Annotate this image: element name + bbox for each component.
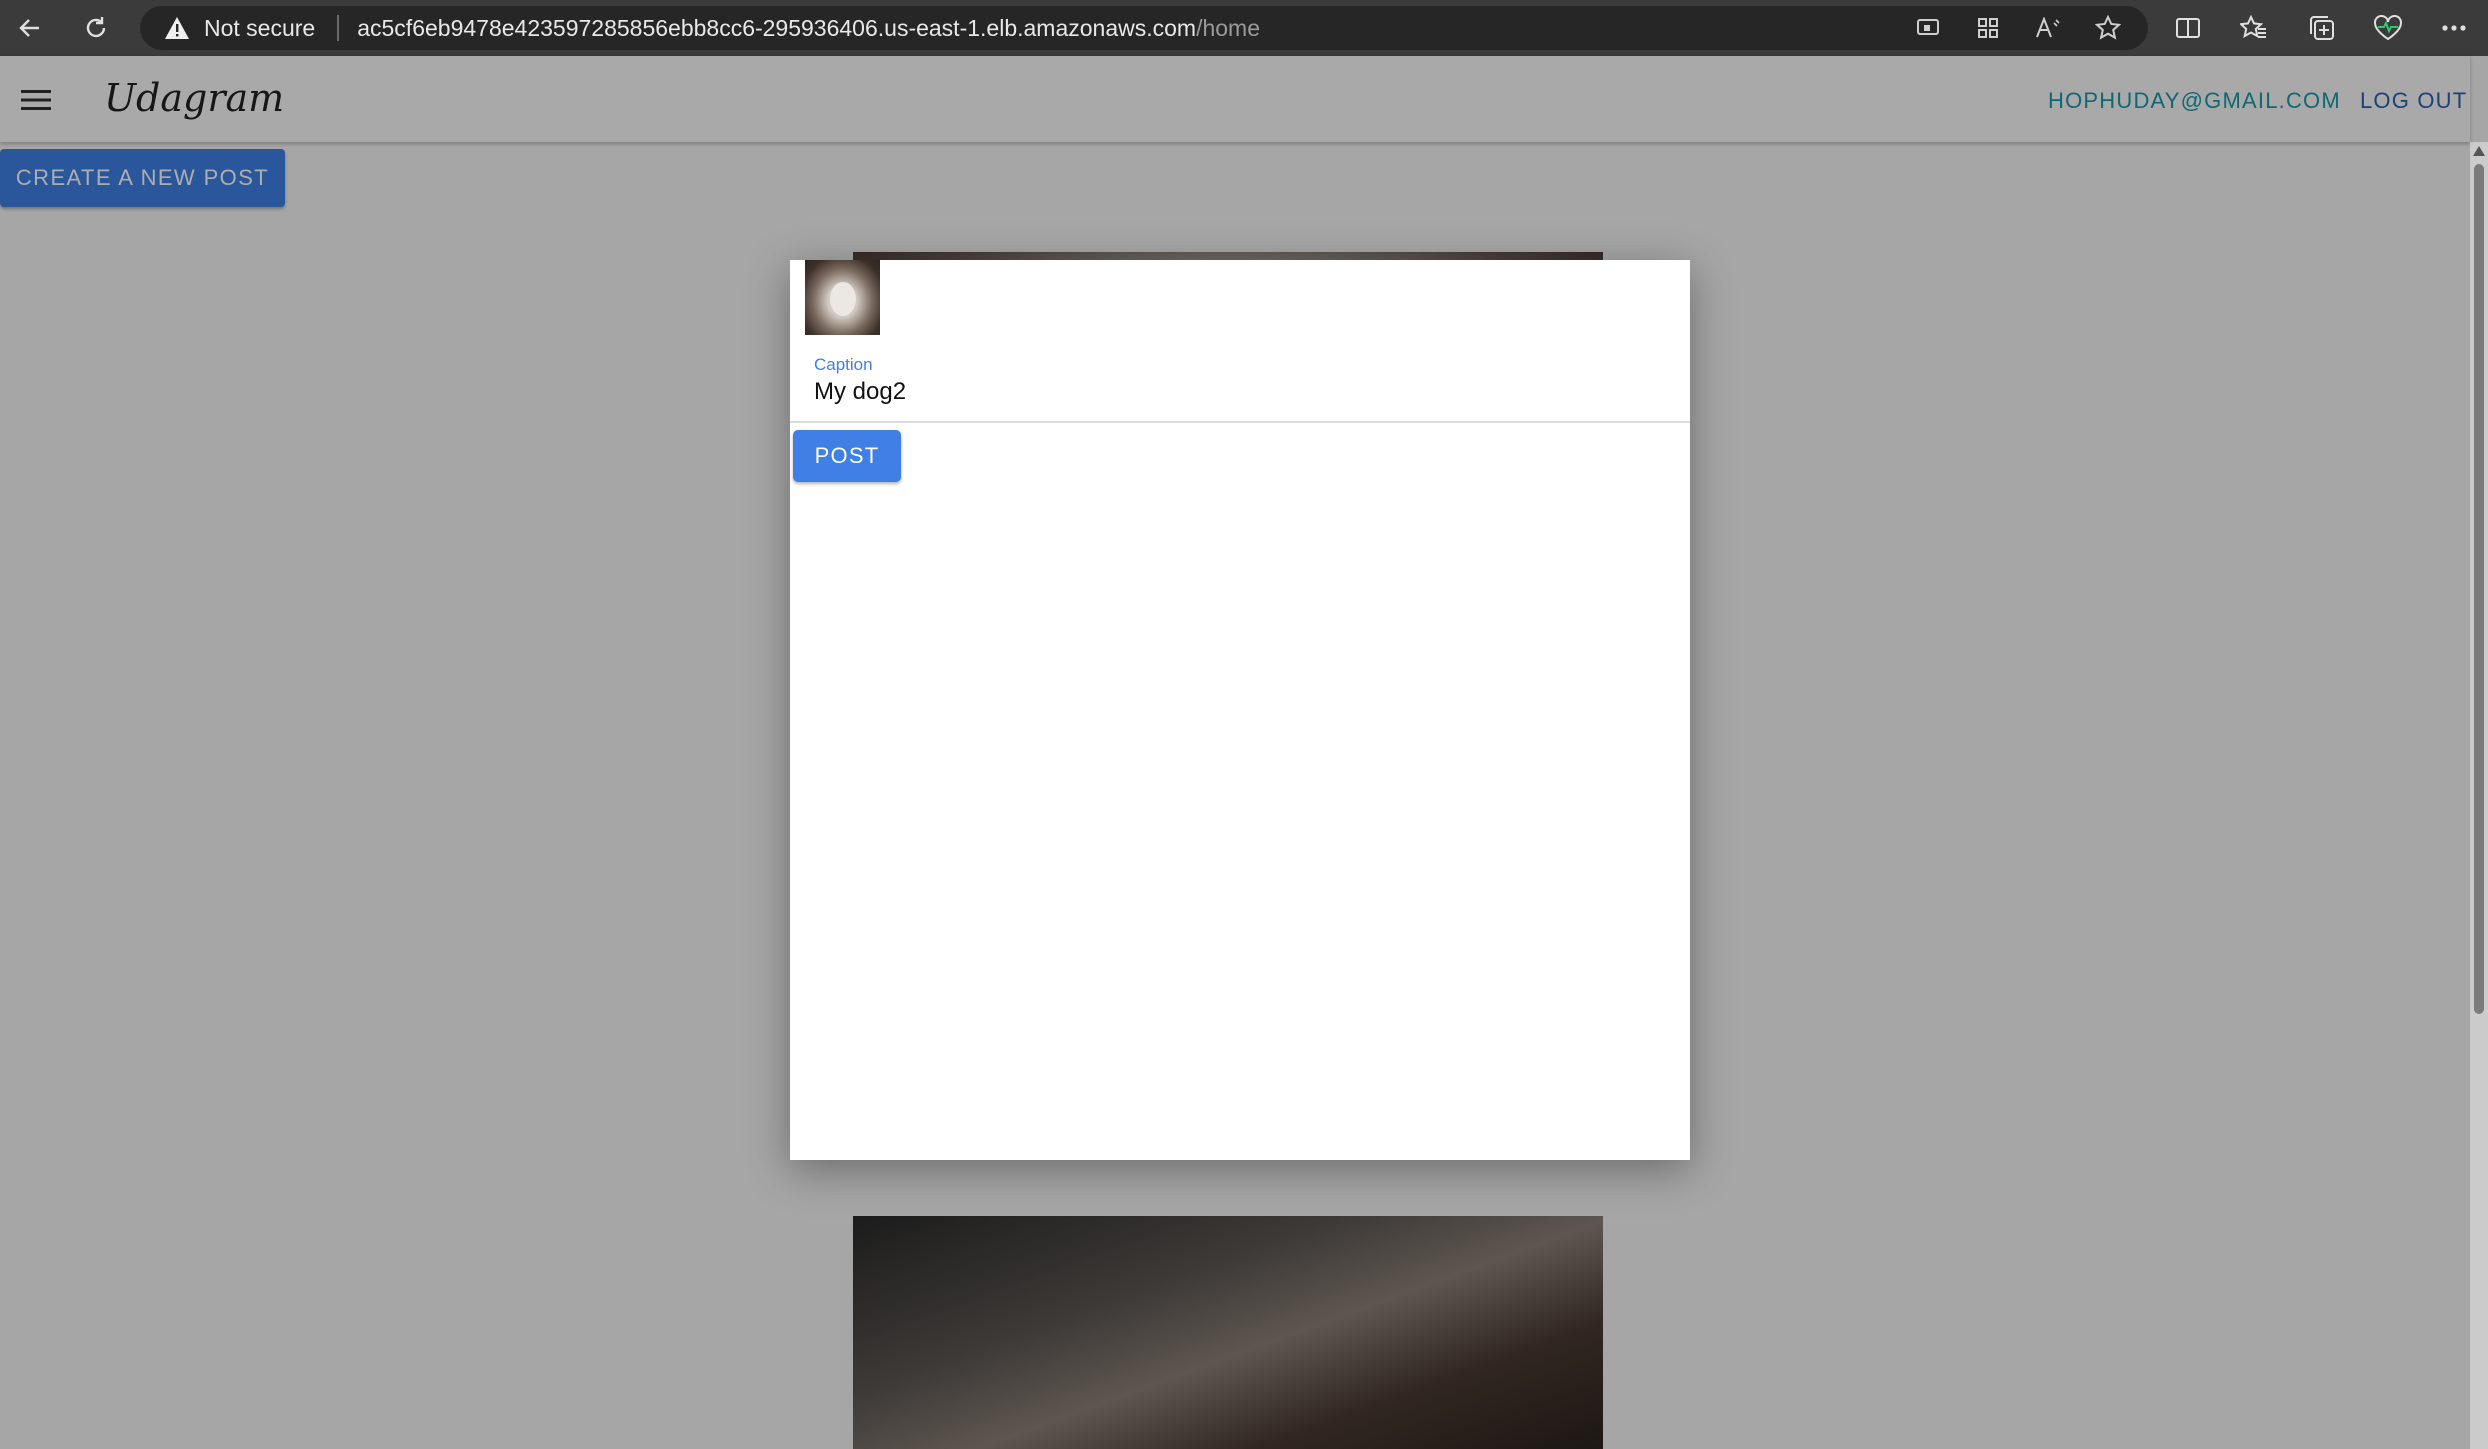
split-screen-icon[interactable] [2172,12,2204,44]
refresh-icon [86,17,106,38]
browser-essentials-icon[interactable] [2372,12,2404,44]
collections-icon[interactable] [2306,12,2338,44]
post-button[interactable]: POST [793,430,901,482]
app-available-icon[interactable] [1914,14,1942,42]
more-options-icon[interactable] [2438,12,2470,44]
url-path: /home [1196,14,1261,41]
refresh-button[interactable] [74,8,118,48]
page-scrollbar[interactable] [2470,142,2488,1449]
url-host: ac5cf6eb9478e423597285856ebb8cc6-2959364… [357,14,1197,41]
caption-underline [790,421,1690,423]
image-preview [805,260,880,335]
caption-input[interactable]: My dog2 [814,378,906,406]
extensions-grid-icon[interactable] [1974,14,2002,42]
scroll-thumb[interactable] [2474,164,2484,1014]
new-post-modal: Caption My dog2 POST [790,260,1690,1160]
scroll-up-arrow-icon[interactable] [2473,146,2485,156]
browser-toolbar: Not secure ac5cf6eb9478e423597285856ebb8… [0,0,2488,56]
read-aloud-icon[interactable] [2034,14,2062,42]
dog-photo-preview [830,282,856,316]
caption-label: Caption [814,355,873,374]
back-arrow-icon [19,19,39,37]
security-status[interactable]: Not secure [204,15,315,42]
address-separator [337,15,340,41]
warning-icon [165,17,189,39]
back-button[interactable] [8,8,52,48]
favorite-star-icon[interactable] [2094,14,2122,42]
favorites-icon[interactable] [2238,12,2270,44]
address-bar[interactable]: Not secure ac5cf6eb9478e423597285856ebb8… [140,6,2148,50]
